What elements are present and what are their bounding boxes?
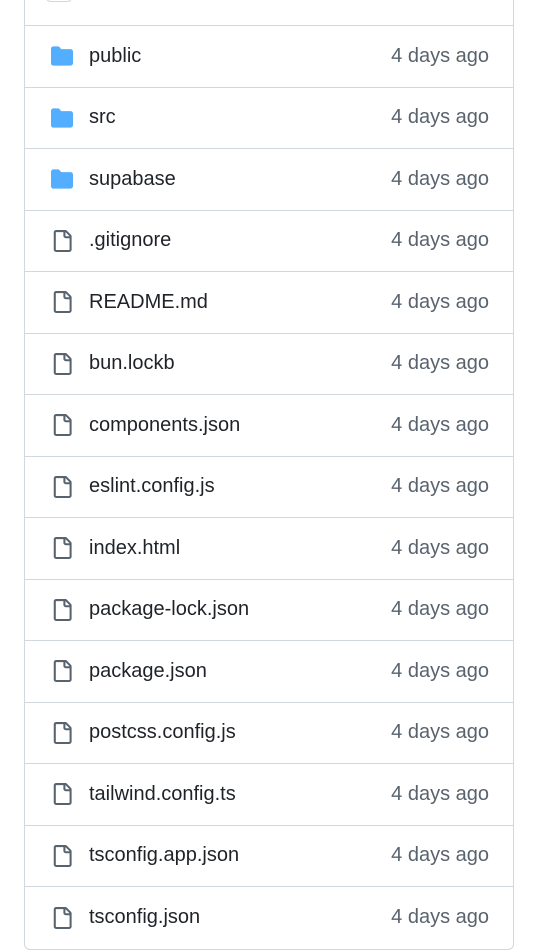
- file-list-header: [25, 0, 513, 26]
- file-name[interactable]: package-lock.json: [89, 598, 391, 621]
- file-rows: public 4 days ago src 4 days ago supabas…: [25, 26, 513, 949]
- file-name[interactable]: eslint.config.js: [89, 475, 391, 498]
- file-icon: [49, 474, 75, 500]
- file-name[interactable]: supabase: [89, 168, 391, 191]
- file-icon: [49, 228, 75, 254]
- last-commit-date: 4 days ago: [391, 844, 489, 867]
- last-commit-date: 4 days ago: [391, 413, 489, 436]
- file-row-11[interactable]: postcss.config.js 4 days ago: [25, 703, 513, 764]
- file-name[interactable]: tsconfig.json: [89, 906, 391, 929]
- last-commit-date: 4 days ago: [391, 106, 489, 129]
- last-commit-date: 4 days ago: [391, 721, 489, 744]
- last-commit-date: 4 days ago: [391, 290, 489, 313]
- folder-row-0[interactable]: public 4 days ago: [25, 26, 513, 88]
- file-name[interactable]: components.json: [89, 414, 391, 437]
- file-row-6[interactable]: components.json 4 days ago: [25, 395, 513, 457]
- file-name[interactable]: postcss.config.js: [89, 721, 391, 744]
- file-icon: [49, 289, 75, 315]
- file-icon: [49, 412, 75, 438]
- last-commit-date: 4 days ago: [391, 536, 489, 559]
- file-name[interactable]: tsconfig.app.json: [89, 844, 391, 867]
- last-commit-date: 4 days ago: [391, 659, 489, 682]
- last-commit-date: 4 days ago: [391, 475, 489, 498]
- folder-icon: [49, 166, 75, 192]
- folder-icon: [49, 105, 75, 131]
- file-icon: [49, 658, 75, 684]
- folder-row-2[interactable]: supabase 4 days ago: [25, 149, 513, 211]
- file-icon: [49, 597, 75, 623]
- file-name[interactable]: bun.lockb: [89, 352, 391, 375]
- last-commit-date: 4 days ago: [391, 229, 489, 252]
- last-commit-date: 4 days ago: [391, 906, 489, 929]
- file-row-14[interactable]: tsconfig.json 4 days ago: [25, 887, 513, 949]
- last-commit-date: 4 days ago: [391, 598, 489, 621]
- file-name[interactable]: index.html: [89, 537, 391, 560]
- file-list: public 4 days ago src 4 days ago supabas…: [24, 0, 514, 950]
- header-checkbox[interactable]: [45, 0, 73, 2]
- file-row-12[interactable]: tailwind.config.ts 4 days ago: [25, 764, 513, 826]
- file-row-5[interactable]: bun.lockb 4 days ago: [25, 334, 513, 395]
- file-row-9[interactable]: package-lock.json 4 days ago: [25, 580, 513, 641]
- file-name[interactable]: public: [89, 45, 391, 68]
- last-commit-date: 4 days ago: [391, 44, 489, 67]
- file-name[interactable]: package.json: [89, 660, 391, 683]
- file-row-3[interactable]: .gitignore 4 days ago: [25, 211, 513, 272]
- last-commit-date: 4 days ago: [391, 782, 489, 805]
- last-commit-date: 4 days ago: [391, 352, 489, 375]
- file-icon: [49, 905, 75, 931]
- folder-row-1[interactable]: src 4 days ago: [25, 88, 513, 149]
- file-row-13[interactable]: tsconfig.app.json 4 days ago: [25, 826, 513, 887]
- file-name[interactable]: .gitignore: [89, 229, 391, 252]
- last-commit-date: 4 days ago: [391, 167, 489, 190]
- file-name[interactable]: src: [89, 106, 391, 129]
- file-icon: [49, 843, 75, 869]
- file-name[interactable]: README.md: [89, 291, 391, 314]
- file-icon: [49, 535, 75, 561]
- file-icon: [49, 351, 75, 377]
- file-icon: [49, 781, 75, 807]
- file-name[interactable]: tailwind.config.ts: [89, 783, 391, 806]
- file-row-7[interactable]: eslint.config.js 4 days ago: [25, 457, 513, 518]
- file-icon: [49, 720, 75, 746]
- file-row-8[interactable]: index.html 4 days ago: [25, 518, 513, 580]
- folder-icon: [49, 43, 75, 69]
- file-row-4[interactable]: README.md 4 days ago: [25, 272, 513, 334]
- file-row-10[interactable]: package.json 4 days ago: [25, 641, 513, 703]
